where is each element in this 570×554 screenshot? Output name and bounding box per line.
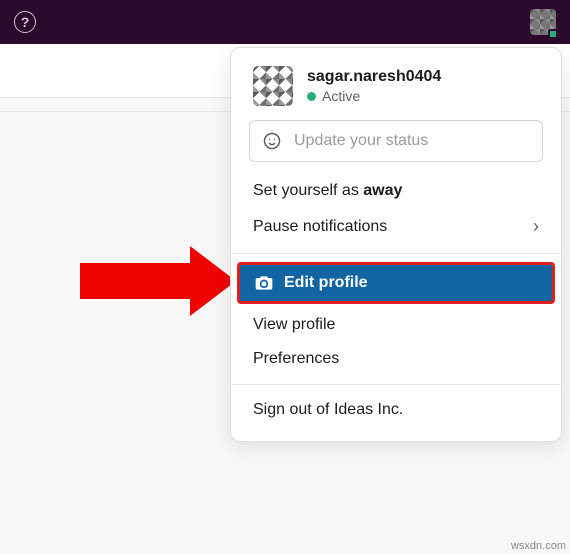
- view-profile-item[interactable]: View profile: [231, 308, 561, 342]
- camera-icon: [254, 273, 274, 293]
- top-bar: ?: [0, 0, 570, 44]
- presence-indicator-icon: [548, 29, 558, 39]
- watermark: wsxdn.com: [511, 540, 566, 552]
- status-input[interactable]: Update your status: [249, 120, 543, 162]
- menu-presence: Active: [307, 88, 441, 104]
- menu-header: sagar.naresh0404 Active: [231, 66, 561, 120]
- set-away-item[interactable]: Set yourself as away: [231, 174, 561, 208]
- help-icon[interactable]: ?: [14, 11, 36, 33]
- menu-divider-2: [231, 384, 561, 385]
- menu-avatar: [253, 66, 293, 106]
- presence-dot-icon: [307, 92, 316, 101]
- menu-username: sagar.naresh0404: [307, 68, 441, 86]
- status-placeholder: Update your status: [294, 132, 428, 150]
- smiley-icon: [262, 131, 282, 151]
- pause-notifications-item[interactable]: Pause notifications ›: [231, 208, 561, 245]
- edit-profile-label: Edit profile: [284, 274, 368, 292]
- view-profile-label: View profile: [253, 316, 335, 334]
- set-away-label: Set yourself as away: [253, 182, 402, 200]
- user-avatar-button[interactable]: [530, 9, 556, 35]
- presence-label: Active: [322, 88, 360, 104]
- pause-notifications-label: Pause notifications: [253, 218, 387, 236]
- menu-divider: [231, 253, 561, 254]
- user-menu: sagar.naresh0404 Active Update your stat…: [230, 47, 562, 442]
- sign-out-item[interactable]: Sign out of Ideas Inc.: [231, 393, 561, 427]
- sign-out-label: Sign out of Ideas Inc.: [253, 401, 403, 419]
- chevron-right-icon: ›: [533, 216, 539, 237]
- preferences-label: Preferences: [253, 350, 339, 368]
- edit-profile-item[interactable]: Edit profile: [237, 262, 555, 304]
- callout-arrow: [80, 246, 236, 316]
- preferences-item[interactable]: Preferences: [231, 342, 561, 376]
